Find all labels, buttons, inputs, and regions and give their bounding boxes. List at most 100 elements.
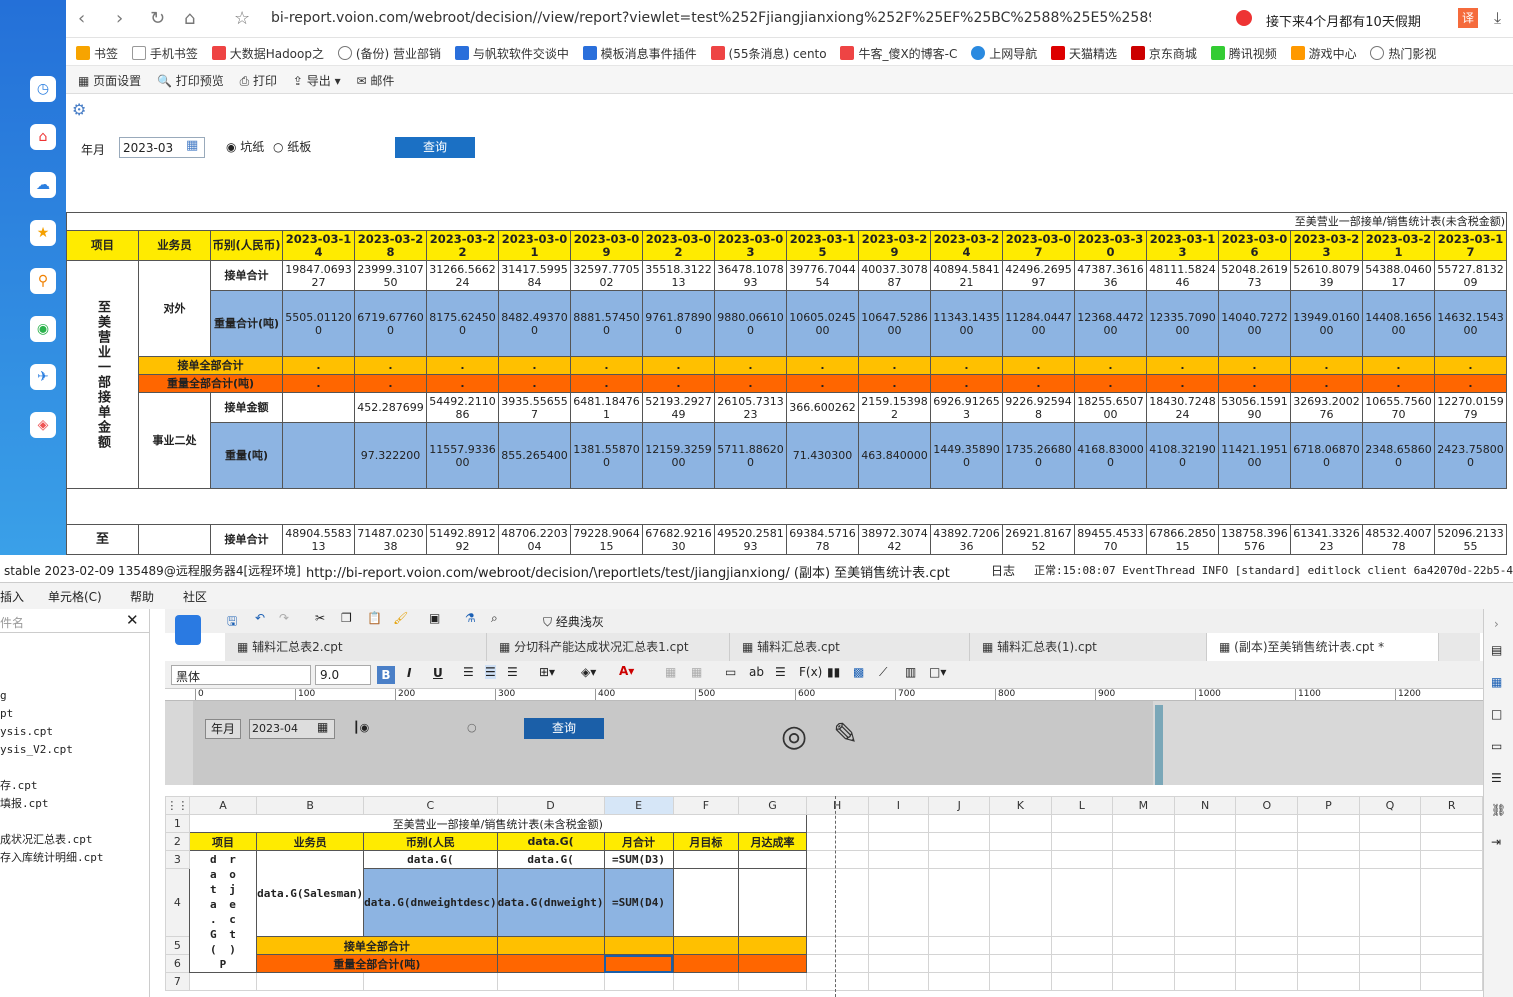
- sheet-header-cell[interactable]: 月目标: [672, 832, 740, 851]
- file-item[interactable]: 成状况汇总表.cpt: [0, 831, 149, 849]
- column-header[interactable]: F: [672, 796, 740, 815]
- sheet-cell[interactable]: [1420, 814, 1483, 833]
- search-template-icon[interactable]: ⌕: [491, 611, 498, 626]
- sheet-cell[interactable]: [1173, 972, 1237, 991]
- fill-color-icon[interactable]: ◈▾: [581, 665, 596, 679]
- sheet-cell[interactable]: [603, 972, 674, 991]
- border-icon[interactable]: ⊞▾: [539, 665, 555, 679]
- sheet-cell[interactable]: [867, 832, 930, 851]
- sheet-cell[interactable]: [738, 972, 807, 991]
- bookmark[interactable]: 天猫精选: [1051, 45, 1117, 62]
- sheet-cell[interactable]: [1297, 850, 1360, 869]
- row-header[interactable]: 6: [165, 954, 190, 973]
- translate-button[interactable]: 译: [1458, 8, 1478, 28]
- align-center-icon[interactable]: ☰: [485, 665, 496, 679]
- row-header[interactable]: 5: [165, 936, 190, 955]
- file-item[interactable]: ysis_V2.cpt: [0, 741, 149, 759]
- url-field[interactable]: bi-report.voion.com/webroot/decision//vi…: [271, 10, 1151, 26]
- sheet-cell-project[interactable]: d r a o t j a e . c G t ( ) P: [188, 850, 258, 973]
- home-icon[interactable]: ⌂: [184, 8, 195, 29]
- sheet-cell[interactable]: data.G(dnweightdesc): [363, 868, 498, 937]
- underline-icon[interactable]: U: [433, 666, 443, 680]
- column-header[interactable]: M: [1111, 796, 1175, 815]
- tab-template-active[interactable]: ▦ (副本)至美销售统计表.cpt *: [1207, 633, 1439, 661]
- slash-icon[interactable]: ⟋: [879, 665, 887, 680]
- column-header[interactable]: N: [1173, 796, 1237, 815]
- menu-community[interactable]: 社区: [183, 588, 207, 605]
- bookmark[interactable]: 模板消息事件插件: [582, 45, 697, 62]
- sheet-cell[interactable]: [989, 850, 1052, 869]
- back-icon[interactable]: ‹: [78, 8, 85, 29]
- font-color-icon[interactable]: A▾: [619, 664, 634, 678]
- favorite-star-icon[interactable]: ☆: [234, 8, 250, 29]
- sheet-cell[interactable]: [1173, 850, 1237, 869]
- file-item[interactable]: g: [0, 687, 149, 705]
- export-icon[interactable]: ⇥: [1491, 835, 1501, 849]
- column-header[interactable]: E: [603, 796, 674, 815]
- sheet-cell-salesman[interactable]: data.G(Salesman): [256, 850, 365, 937]
- sheet-cell[interactable]: [738, 850, 807, 869]
- widget-icon[interactable]: □▾: [929, 665, 946, 679]
- sheet-cell[interactable]: [928, 832, 991, 851]
- edit-pencil-icon[interactable]: ✎: [833, 717, 858, 752]
- sheet-cell[interactable]: [672, 954, 740, 973]
- column-header[interactable]: B: [256, 796, 365, 815]
- column-header[interactable]: A: [188, 796, 258, 815]
- sheet-cell[interactable]: [1358, 814, 1422, 833]
- subreport-icon[interactable]: ▥: [905, 665, 916, 679]
- filter-icon[interactable]: ⚗: [465, 611, 476, 625]
- link-icon[interactable]: ⛓: [1491, 803, 1506, 817]
- sheet-cell[interactable]: [805, 850, 869, 869]
- sheet-cell[interactable]: [989, 972, 1052, 991]
- calendar-icon[interactable]: ▦: [186, 138, 198, 153]
- richtext-icon[interactable]: ☰: [775, 665, 786, 679]
- sheet-cell[interactable]: [1173, 814, 1237, 833]
- sheet-cell[interactable]: [928, 868, 991, 937]
- sheet-cell[interactable]: [1050, 954, 1113, 973]
- column-header[interactable]: I: [867, 796, 930, 815]
- sheet-cell[interactable]: [1111, 850, 1175, 869]
- sheet-cell[interactable]: [1050, 972, 1113, 991]
- sheet-cell[interactable]: [1111, 832, 1175, 851]
- sheet-cell[interactable]: [867, 972, 930, 991]
- widget-property-icon[interactable]: □: [1491, 707, 1502, 721]
- sheet-cell[interactable]: [1173, 832, 1237, 851]
- sheet-cell[interactable]: [1050, 868, 1113, 937]
- sheet-cell[interactable]: [496, 936, 605, 955]
- sheet-cell-all-order[interactable]: 接单全部合计: [256, 936, 498, 955]
- column-header[interactable]: D: [496, 796, 605, 815]
- sheet-cell[interactable]: [1050, 814, 1113, 833]
- sheet-cell[interactable]: [1111, 954, 1175, 973]
- sheet-cell[interactable]: [1297, 832, 1360, 851]
- cell-property-icon[interactable]: ▤: [1491, 643, 1502, 657]
- font-size-select[interactable]: 9.0: [315, 665, 371, 685]
- preview-icon[interactable]: ▣: [429, 611, 440, 625]
- bookmark[interactable]: 与帆软软件交谈中: [454, 45, 569, 62]
- hyperlink-list-icon[interactable]: ☰: [1491, 771, 1502, 785]
- corner-cell[interactable]: ⋮⋮: [165, 796, 190, 815]
- bookmark[interactable]: 书签: [76, 45, 118, 62]
- sheet-cell[interactable]: [1420, 972, 1483, 991]
- log-label[interactable]: 日志: [991, 562, 1015, 579]
- text-icon[interactable]: ab: [749, 665, 764, 679]
- sheet-cell[interactable]: data.G(dnweight): [496, 868, 605, 937]
- insert-row-icon[interactable]: ▭: [725, 665, 736, 679]
- sheet-cell[interactable]: [867, 936, 930, 955]
- sheet-cell[interactable]: [1173, 868, 1237, 937]
- file-item[interactable]: 存.cpt: [0, 777, 149, 795]
- sheet-cell[interactable]: [1111, 814, 1175, 833]
- sheet-cell-selected[interactable]: [603, 954, 674, 973]
- redo-icon[interactable]: ↷: [279, 611, 289, 625]
- sheet-cell[interactable]: data.G(: [496, 850, 605, 869]
- sheet-cell-all-weight[interactable]: 重量全部合计(吨): [256, 954, 498, 973]
- sheet-cell[interactable]: [738, 936, 807, 955]
- sheet-cell[interactable]: [867, 954, 930, 973]
- sheet-cell[interactable]: [1420, 954, 1483, 973]
- plane-icon[interactable]: ✈: [30, 364, 56, 390]
- sheet-cell[interactable]: [928, 954, 991, 973]
- copy-icon[interactable]: ❐: [341, 611, 352, 625]
- bookmark[interactable]: 京东商城: [1130, 45, 1197, 62]
- row-header[interactable]: 1: [165, 814, 190, 833]
- sheet-cell[interactable]: [867, 868, 930, 937]
- sheet-cell[interactable]: [928, 972, 991, 991]
